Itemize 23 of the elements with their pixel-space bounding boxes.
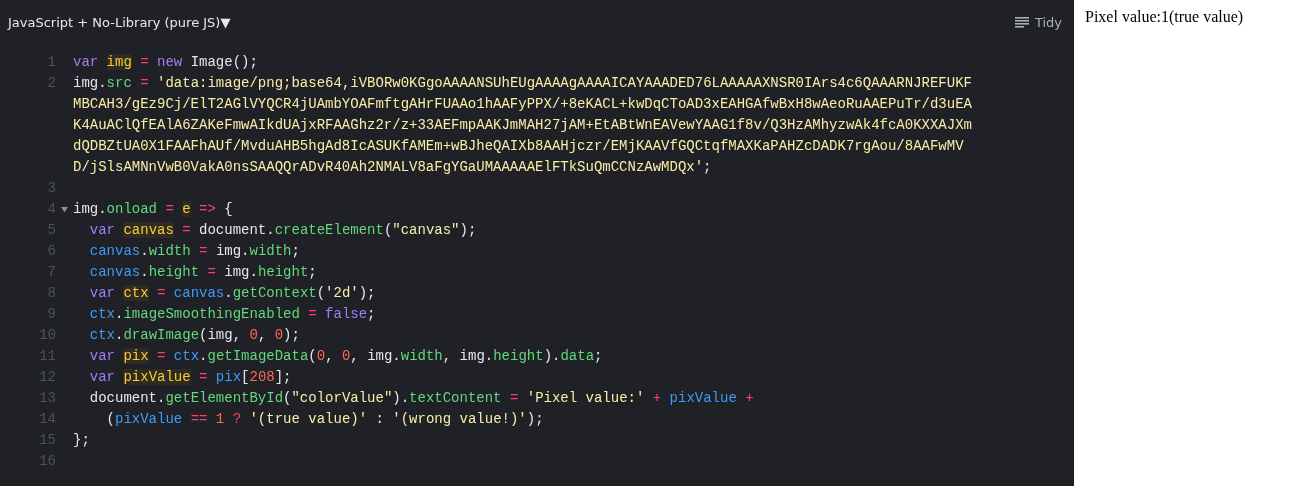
- code-line: var ctx = canvas.getContext('2d');: [89, 284, 376, 303]
- code-line: ctx.drawImage(img, 0, 0);: [89, 326, 300, 345]
- code-line: var pix = ctx.getImageData(0, 0, img.width, img.height).data;: [89, 347, 603, 366]
- code-line: K4AuAClQfEAlA6ZAKeFmwAIkdUAjxRFAAGhz2r/z+33AEFmpAAKJmMAH27jAM+EtABtWnEAVewYAAG1f8v/Q3HzAMhyzwAk4fcA0KXXAJXm: [73, 116, 972, 135]
- code-line: MBCAH3/gEz9Cj/ElT2AGlVYQCR4jUAmbYOAFmftgAHrFUAAo1hAAFyPPX/+8eKACL+kwDqCToAD3xEAHGAfwBxH8wAeoRuAAEPuTr/d3uEA: [73, 95, 972, 114]
- code-line: canvas.width = img.width;: [89, 242, 300, 261]
- code-line: document.getElementById("colorValue").textContent = 'Pixel value:' + pixValue +: [89, 389, 754, 408]
- lines-icon: [1014, 16, 1029, 28]
- code-line: ctx.imageSmoothingEnabled = false;: [89, 305, 376, 324]
- code-line: img.onload = e => {: [73, 200, 233, 219]
- code-line: var canvas = document.createElement("canvas");: [89, 221, 477, 240]
- code-line: };: [73, 431, 90, 450]
- code-line: D/jSlsAMNnVwB0VakA0nsSAAQQrADvR40Ah2NMALV8aFgYGaUMAAAAAElFTkSuQmCCNzAwMDQx';: [73, 158, 712, 177]
- tidy-button[interactable]: Tidy: [1014, 14, 1062, 30]
- fold-arrow-icon[interactable]: [61, 206, 68, 213]
- language-select[interactable]: JavaScript + No-Library (pure JS)▼: [8, 14, 231, 30]
- code-line: (pixValue == 1 ? '(true value)' : '(wrong value!)');: [106, 410, 544, 429]
- code-line: var img = new Image();: [73, 53, 258, 72]
- code-line: img.src = 'data:image/png;base64,iVBORw0KGgoAAAANSUhEUgAAAAgAAAAICAYAAADED76LAAAAAXNSR0IArs4c6QAAARNJREFUKF: [73, 74, 972, 93]
- code-line: var pixValue = pix[208];: [89, 368, 292, 387]
- output-text: Pixel value:1(true value): [1085, 8, 1244, 26]
- code-line: canvas.height = img.height;: [89, 263, 317, 282]
- code-line: dQDBZtUA0X1FAAFhAUf/MvduAHB5hgAd8IcASUKfAMEm+wBJheQAIXb8AAHjczr/EMjKAAVfGQCtqfMAXKaPAHZcDADK7rgAou/8AAFwMV: [73, 137, 964, 156]
